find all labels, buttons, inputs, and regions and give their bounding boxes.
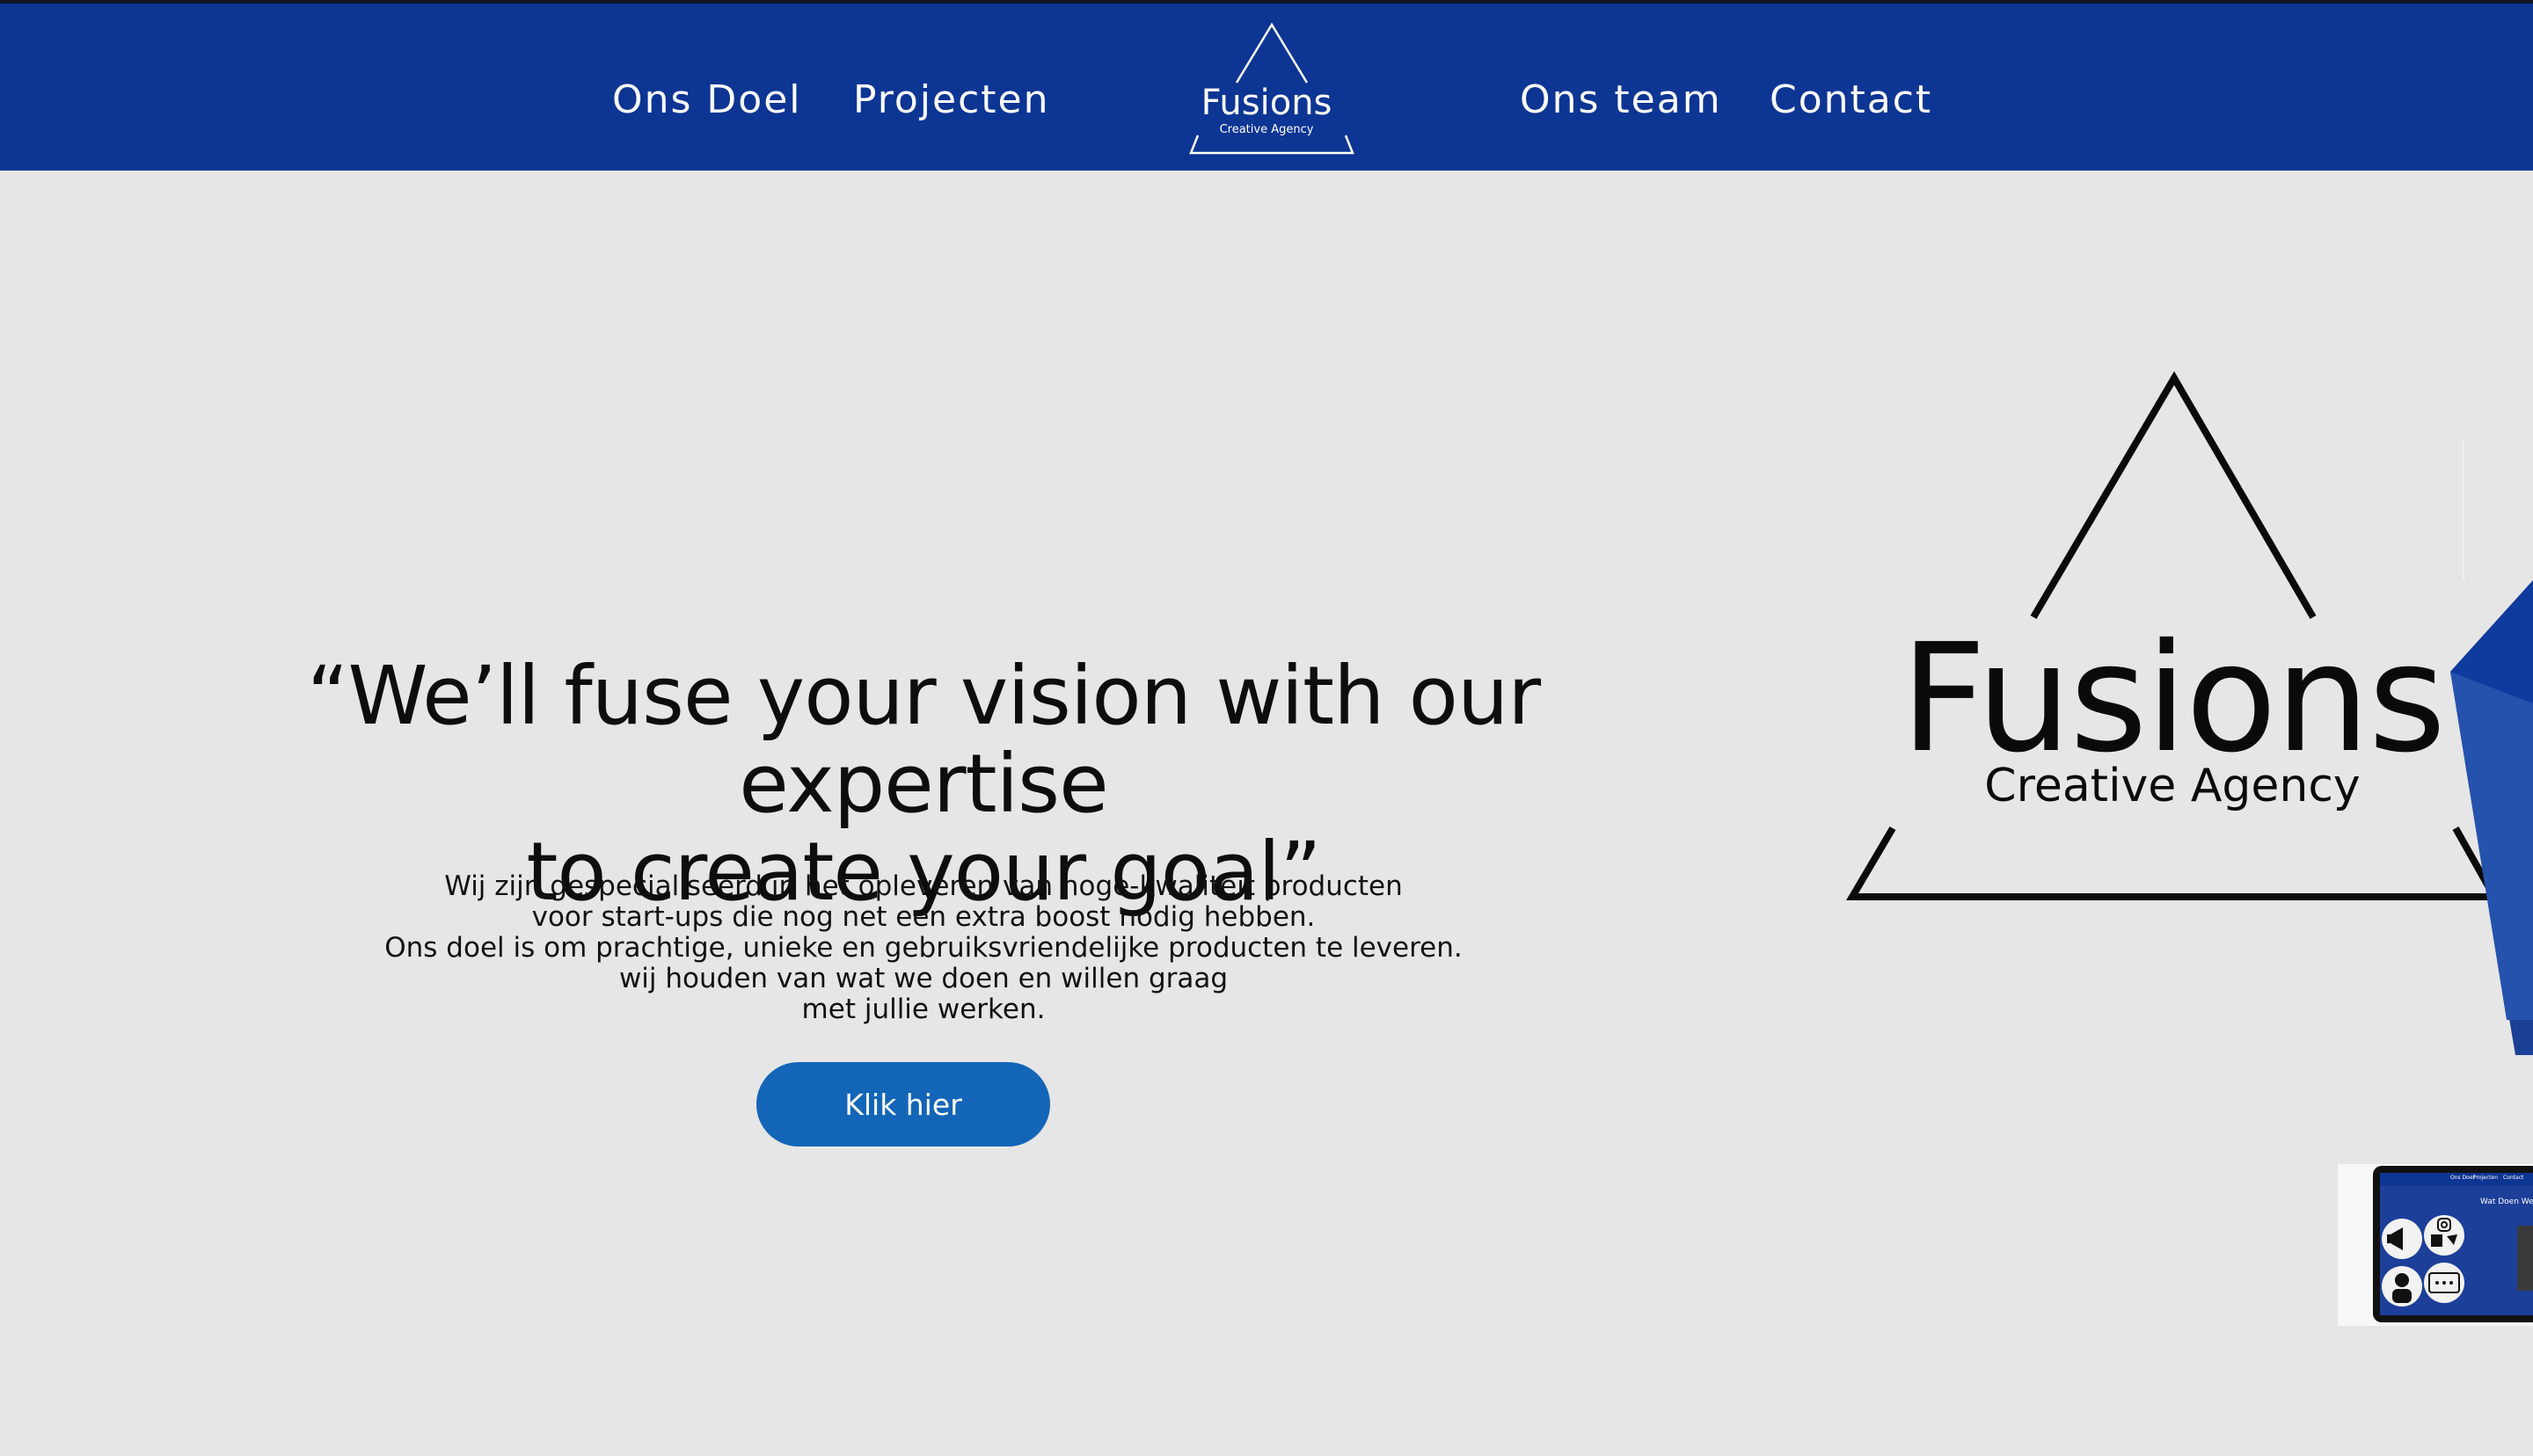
- klik-hier-button[interactable]: Klik hier: [756, 1062, 1050, 1147]
- facebook-icon: [2431, 1234, 2442, 1247]
- project-preview-screen[interactable]: Ons Doel Projecten Contact Wat Doen We: [2380, 1173, 2533, 1315]
- hero-description: Wij zijn gespecialiseerd in het oplevere…: [308, 871, 1539, 1025]
- preview-nav: Ons Doel Projecten Contact: [2380, 1173, 2533, 1185]
- brand-tagline: Creative Agency: [1984, 760, 2361, 812]
- megaphone-icon: [2382, 1219, 2422, 1259]
- preview-image-block: [2517, 1226, 2533, 1291]
- nav-link-ons-team[interactable]: Ons team: [1520, 72, 1722, 128]
- brand-logo: Fusions Creative Agency: [1838, 369, 2515, 906]
- brand-name: Fusions: [1900, 612, 2446, 786]
- preview-nav-item: Contact: [2503, 1175, 2524, 1181]
- nav-link-projecten[interactable]: Projecten: [853, 72, 1050, 128]
- social-icons: [2424, 1215, 2464, 1256]
- preview-nav-item: Projecten: [2473, 1175, 2499, 1181]
- hero-description-line: voor start-ups die nog net een extra boo…: [531, 901, 1316, 933]
- preview-nav-item: Ons Doel: [2450, 1175, 2475, 1181]
- nav-link-contact[interactable]: Contact: [1770, 72, 1932, 128]
- hero-quote-line: “We’ll fuse your vision with our experti…: [306, 648, 1541, 831]
- hero-description-line: met jullie werken.: [801, 994, 1046, 1025]
- nav-logo-name: Fusions: [1201, 83, 1332, 123]
- decorative-blue-shape: [2450, 580, 2533, 1055]
- instagram-icon: [2437, 1218, 2451, 1232]
- twitter-icon: [2447, 1234, 2457, 1245]
- decorative-line: [2463, 440, 2464, 580]
- chat-icon: [2424, 1263, 2464, 1303]
- person-icon: [2382, 1266, 2422, 1307]
- hero-description-line: Ons doel is om prachtige, unieke en gebr…: [384, 932, 1463, 964]
- top-navigation-bar: Ons Doel Projecten Fusions Creative Agen…: [0, 4, 2533, 171]
- preview-title: Wat Doen We: [2480, 1198, 2533, 1206]
- nav-logo-tagline: Creative Agency: [1219, 123, 1314, 136]
- hero-description-line: Wij zijn gespecialiseerd in het oplevere…: [444, 870, 1403, 902]
- hero-description-line: wij houden van wat we doen en willen gra…: [618, 963, 1229, 994]
- nav-link-ons-doel[interactable]: Ons Doel: [612, 72, 802, 128]
- nav-logo[interactable]: Fusions Creative Agency: [1187, 21, 1354, 158]
